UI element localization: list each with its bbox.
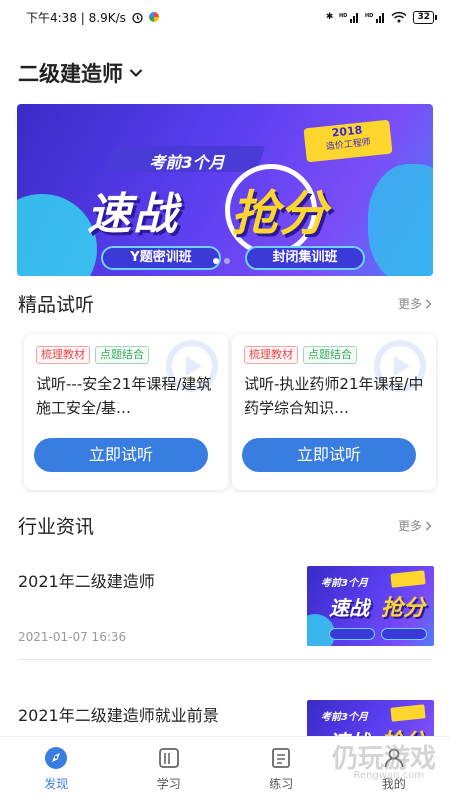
- chevron-right-icon: [426, 299, 432, 308]
- trial-card[interactable]: 梳理教材 点题结合 试听-执业药师21年课程/中药学综合知识… 立即试听: [232, 334, 436, 490]
- tab-practice[interactable]: 练习: [225, 737, 338, 800]
- tab-label: 学习: [156, 777, 181, 791]
- chevron-right-icon: [426, 521, 432, 530]
- thumbnail-badge: [390, 704, 426, 722]
- news-item[interactable]: 2021年二级建造师 2021-01-07 16:36 考前3个月 速战 抢分: [18, 566, 434, 650]
- carousel-dot-active: [213, 258, 219, 264]
- news-item[interactable]: 2021年二级建造师就业前景 考前3个月 速战 抢分: [18, 700, 434, 780]
- category-selector[interactable]: 二级建造师: [18, 58, 143, 88]
- news-title: 2021年二级建造师: [18, 572, 155, 591]
- trial-section-header: 精品试听 更多: [18, 290, 432, 317]
- thumbnail-badge: [390, 570, 426, 588]
- card-title: 试听---安全21年课程/建筑施工安全/基…: [36, 375, 212, 417]
- thumbnail-pill: [381, 628, 427, 640]
- status-time: 下午4:38 | 8.9K/s: [26, 10, 126, 25]
- card-tag: 梳理教材: [244, 346, 298, 364]
- signal-icon: HD: [339, 12, 359, 23]
- card-tag: 点题结合: [303, 346, 357, 364]
- divider: [18, 659, 432, 660]
- card-tag: 点题结合: [95, 346, 149, 364]
- card-tags: 梳理教材 点题结合: [36, 346, 149, 364]
- news-thumbnail: 考前3个月 速战 抢分: [307, 566, 434, 646]
- trial-more-link[interactable]: 更多: [398, 295, 432, 312]
- battery-icon: 32: [413, 10, 437, 24]
- book-icon: [158, 748, 179, 768]
- chevron-down-icon: [129, 69, 143, 78]
- tab-discover[interactable]: 发现: [0, 737, 113, 800]
- thumbnail-text-main: 速战: [329, 596, 369, 620]
- alarm-icon: [132, 12, 143, 23]
- banner-year-badge: 2018 造价工程师: [303, 119, 393, 163]
- compass-icon: [45, 747, 68, 769]
- thumbnail-text-accent: 抢分: [381, 596, 426, 621]
- thumbnail-pill: [329, 628, 375, 640]
- trial-listen-button[interactable]: 立即试听: [242, 438, 416, 472]
- bluetooth-icon: ✱: [325, 12, 334, 22]
- banner-headline-main: 速战: [87, 189, 179, 240]
- exercise-icon: [272, 748, 291, 768]
- page-title: 二级建造师: [18, 62, 123, 86]
- banner-pill-right: 封闭集训班: [245, 246, 365, 270]
- signal-icon-2: HD: [365, 12, 385, 23]
- thumbnail-text-top: 考前3个月: [321, 578, 368, 589]
- trial-section-title: 精品试听: [18, 294, 95, 316]
- news-date: 2021-01-07 16:36: [18, 630, 127, 644]
- thumbnail-text-top: 考前3个月: [321, 712, 368, 723]
- news-section-header: 行业资讯 更多: [18, 512, 432, 539]
- app-notification-icon: [148, 12, 159, 22]
- status-right: ✱ HD HD 32: [325, 10, 437, 24]
- wifi-icon: [391, 11, 407, 23]
- trial-card[interactable]: 梳理教材 点题结合 试听---安全21年课程/建筑施工安全/基… 立即试听: [24, 334, 228, 490]
- banner-pill-left: Y题密训班: [101, 246, 221, 270]
- news-more-link[interactable]: 更多: [398, 517, 432, 534]
- svg-text:HD: HD: [365, 13, 373, 19]
- carousel-dot: [224, 258, 230, 264]
- status-bar: 下午4:38 | 8.9K/s ✱ HD HD 32: [0, 0, 450, 34]
- card-tag: 梳理教材: [36, 346, 90, 364]
- banner-headline-top: 考前3个月: [149, 153, 225, 172]
- tab-study[interactable]: 学习: [113, 737, 226, 800]
- carousel-indicator: [213, 258, 230, 264]
- trial-listen-button[interactable]: 立即试听: [34, 438, 208, 472]
- status-left: 下午4:38 | 8.9K/s: [26, 9, 159, 26]
- card-title: 试听-执业药师21年课程/中药学综合知识…: [244, 375, 424, 417]
- banner-decoration: [368, 164, 433, 276]
- svg-text:HD: HD: [339, 13, 347, 19]
- tab-label: 练习: [269, 777, 294, 791]
- site-watermark-url: Rengwan.com: [353, 770, 424, 781]
- news-more-label: 更多: [397, 519, 422, 533]
- banner-headline-accent: 抢分: [231, 186, 328, 242]
- news-section-title: 行业资讯: [18, 516, 95, 538]
- trial-more-label: 更多: [397, 297, 422, 311]
- banner-decoration: [17, 194, 97, 276]
- promo-banner[interactable]: 考前3个月 2018 造价工程师 速战 抢分 Y题密训班 封闭集训班: [17, 104, 433, 276]
- news-title: 2021年二级建造师就业前景: [18, 706, 219, 725]
- card-tags: 梳理教材 点题结合: [244, 346, 357, 364]
- tab-label: 发现: [44, 777, 69, 791]
